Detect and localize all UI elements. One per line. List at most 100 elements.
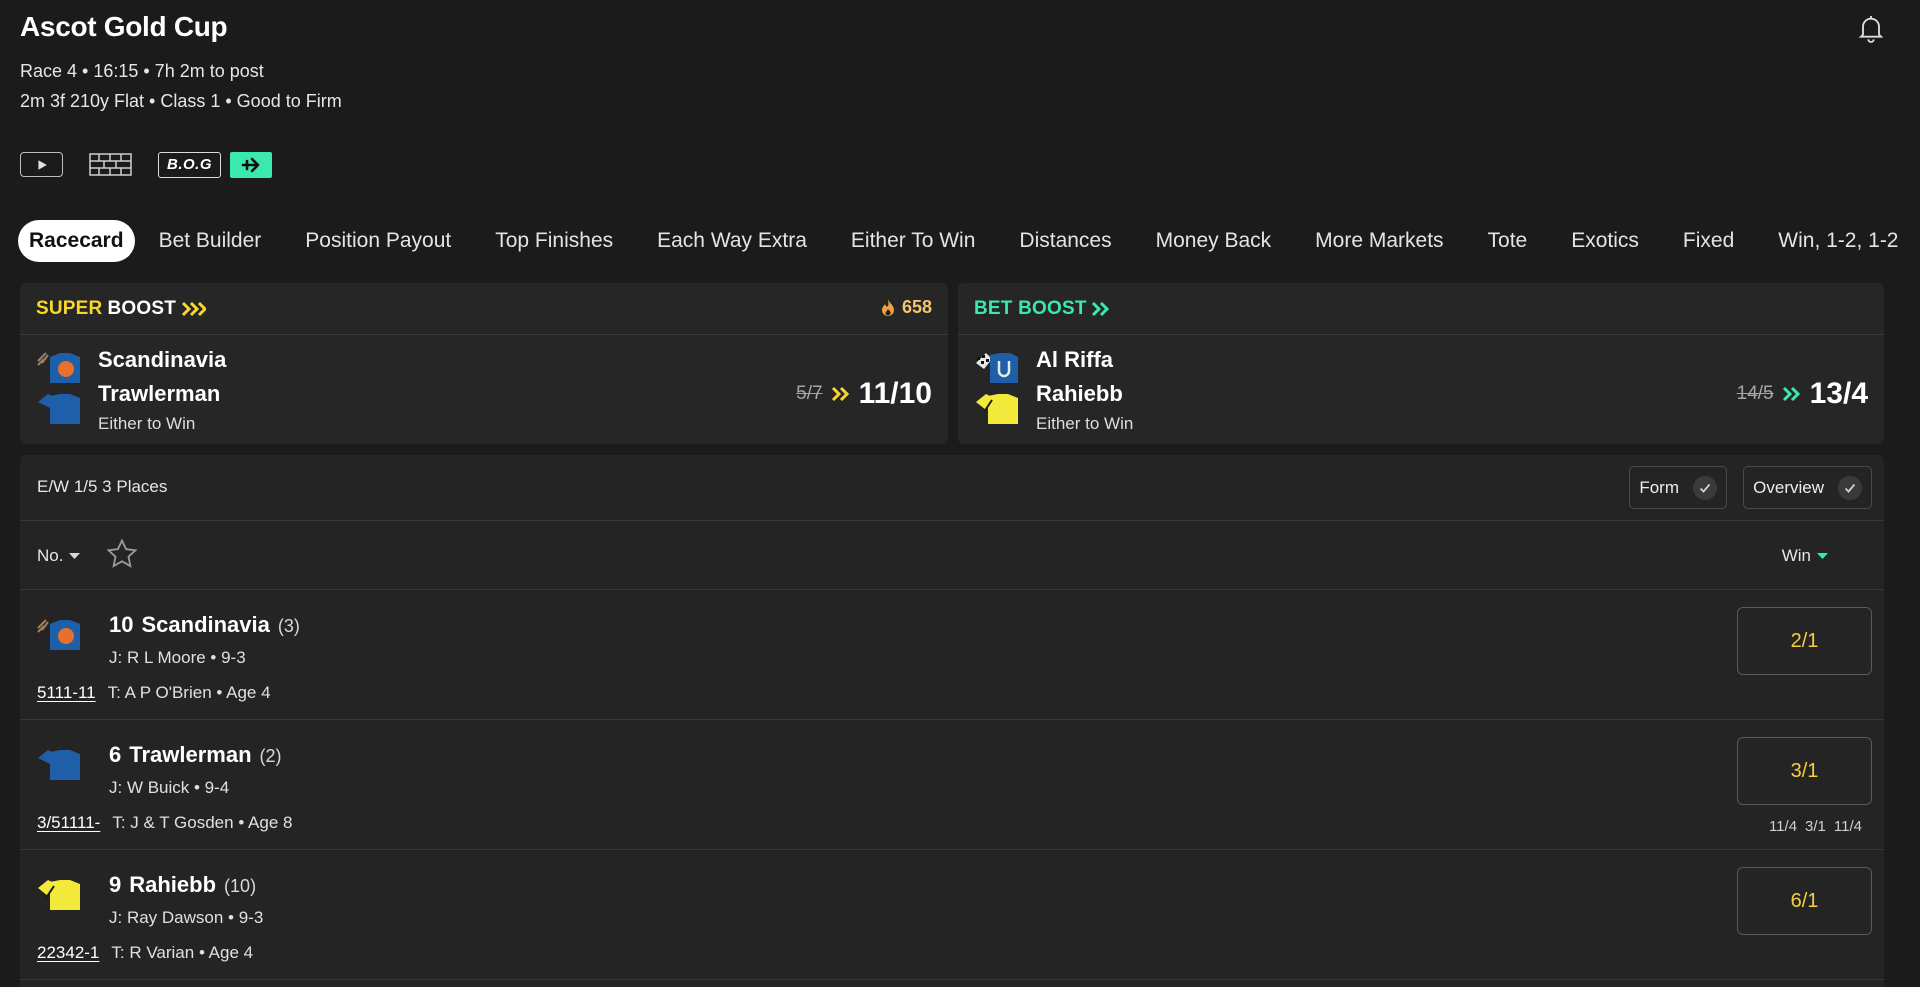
check-icon [1693, 475, 1717, 500]
silk-al-riffa-icon [976, 353, 1018, 383]
runner-number: 10 [109, 612, 134, 637]
boost-selection-1: Scandinavia [98, 347, 227, 372]
boost-selection-2: Rahiebb [1036, 381, 1123, 406]
boosted-odds: 11/10 [858, 377, 932, 410]
boost-market: Either to Win [98, 414, 196, 433]
market-tabs: Racecard Bet Builder Position Payout Top Fi… [18, 218, 1920, 263]
bog-arrow-icon [230, 151, 273, 178]
tab-either-to-win[interactable]: Either To Win [840, 220, 987, 262]
runner-row[interactable]: 10 Scandinavia (3) J: R L Moore • 9-3 51… [20, 590, 1884, 720]
tab-exotics[interactable]: Exotics [1560, 220, 1650, 262]
silk-trawlerman-icon [38, 750, 80, 780]
sort-by-number[interactable]: No. [37, 546, 81, 566]
boost-popularity: 658 [880, 297, 932, 318]
sort-no-label: No. [37, 546, 64, 565]
runner-number: 6 [109, 742, 122, 767]
tab-fixed[interactable]: Fixed [1672, 220, 1745, 262]
silk-scandinavia-icon [37, 352, 80, 383]
runner-form[interactable]: 22342-1 [37, 943, 99, 963]
overview-toggle[interactable]: Overview [1743, 466, 1872, 509]
runner-name[interactable]: Trawlerman [129, 742, 251, 768]
check-icon [1838, 475, 1862, 500]
runner-number: 9 [109, 872, 122, 897]
tab-bet-builder[interactable]: Bet Builder [148, 220, 273, 262]
runner-name[interactable]: Rahiebb [129, 872, 216, 898]
tab-money-back[interactable]: Money Back [1145, 220, 1283, 262]
silk-stack [974, 351, 1020, 426]
runner-jockey: J: R L Moore • 9-3 [109, 648, 246, 667]
runner-jockey: J: Ray Dawson • 9-3 [109, 908, 264, 927]
runner-draw: (10) [224, 876, 257, 896]
boost-count: 658 [901, 297, 932, 317]
old-odds: 14/5 [1736, 383, 1774, 404]
sort-by-win[interactable]: Win [1782, 546, 1828, 566]
super-boost-odds[interactable]: 5/7 11/10 [796, 377, 932, 411]
sort-win-label: Win [1781, 546, 1811, 565]
odds-history: 11/4 3/1 11/4 [1769, 818, 1862, 835]
tab-tote[interactable]: Tote [1477, 220, 1539, 262]
runner-name[interactable]: Scandinavia [141, 612, 269, 638]
page-title: Ascot Gold Cup [20, 11, 228, 42]
each-way-terms: E/W 1/5 3 Places [37, 477, 168, 496]
boost-market: Either to Win [1036, 414, 1134, 433]
media-row: B.O.G [20, 151, 273, 178]
runner-trainer: T: R Varian • Age 4 [111, 943, 254, 962]
runner-jockey: J: W Buick • 9-4 [109, 778, 230, 797]
tab-more-markets[interactable]: More Markets [1304, 220, 1454, 262]
bog-label: B.O.G [158, 151, 222, 178]
old-odds: 5/7 [796, 383, 823, 404]
form-toggle-label: Form [1639, 477, 1679, 497]
tab-win-1-2-1-2[interactable]: Win, 1-2, 1-2 [1767, 220, 1909, 262]
super-boost-title-a: SUPER [36, 297, 103, 319]
play-video-button[interactable] [20, 152, 63, 177]
bell-icon[interactable] [1855, 12, 1887, 44]
double-chevron-icon [1782, 386, 1800, 402]
form-toggle[interactable]: Form [1629, 466, 1727, 509]
race-info: Race 4 • 16:15 • 7h 2m to post [20, 61, 264, 81]
flame-icon [881, 298, 894, 316]
bet-boost-odds[interactable]: 14/5 13/4 [1737, 377, 1868, 411]
tab-distances[interactable]: Distances [1008, 220, 1122, 262]
double-chevron-icon [181, 301, 207, 316]
boost-selection-1: Al Riffa [1036, 347, 1113, 372]
runner-row[interactable]: 9 Rahiebb (10) J: Ray Dawson • 9-3 22342… [20, 850, 1884, 980]
odds-history-item: 11/4 [1768, 818, 1798, 835]
tab-position-payout[interactable]: Position Payout [294, 220, 462, 262]
runner-trainer: T: A P O'Brien • Age 4 [107, 683, 271, 702]
bet-boost-card[interactable]: BET BOOST Al Riffa Rahiebb Either to Win… [958, 283, 1884, 444]
caret-down-icon [1817, 552, 1828, 559]
runner-trainer: T: J & T Gosden • Age 8 [112, 813, 293, 832]
boosted-odds: 13/4 [1809, 377, 1868, 410]
flat-race-icon [89, 153, 132, 176]
double-chevron-icon [831, 386, 849, 402]
runner-form[interactable]: 5111-11 [37, 683, 96, 703]
tab-each-way-extra[interactable]: Each Way Extra [646, 220, 818, 262]
silk-rahiebb-icon [976, 394, 1018, 424]
super-boost-title: SUPER BOOST [36, 297, 207, 320]
odds-history-item: 11/4 [1833, 818, 1862, 835]
silk-stack [36, 351, 82, 426]
runner-row[interactable]: 6 Trawlerman (2) J: W Buick • 9-4 3/5111… [20, 720, 1884, 850]
double-chevron-icon [1091, 301, 1109, 316]
racecard-panel: E/W 1/5 3 Places Form Overview No. Win 1… [20, 455, 1884, 987]
silk-rahiebb-icon [38, 880, 80, 910]
runner-draw: (3) [277, 616, 300, 636]
bet-boost-title: BET BOOST [974, 298, 1111, 320]
runner-form[interactable]: 3/51111- [37, 813, 100, 833]
tab-top-finishes[interactable]: Top Finishes [484, 220, 624, 262]
race-conditions: 2m 3f 210y Flat • Class 1 • Good to Firm [20, 91, 342, 111]
boost-selection-2: Trawlerman [98, 381, 221, 406]
super-boost-card[interactable]: SUPER BOOST 658 Scandinavia Trawlerman E… [20, 283, 948, 444]
win-odds-button[interactable]: 2/1 [1737, 607, 1872, 675]
runner-draw: (2) [259, 746, 282, 766]
win-odds-button[interactable]: 3/1 [1737, 737, 1872, 805]
win-odds-button[interactable]: 6/1 [1737, 867, 1872, 935]
super-boost-title-b: BOOST [107, 297, 177, 319]
star-icon[interactable] [105, 537, 139, 571]
play-icon [37, 159, 47, 170]
tab-racecard[interactable]: Racecard [18, 219, 135, 262]
silk-scandinavia-icon [37, 619, 80, 650]
caret-down-icon [69, 552, 81, 559]
silk-trawlerman-icon [38, 394, 80, 424]
best-odds-guaranteed-badge: B.O.G [158, 151, 273, 178]
